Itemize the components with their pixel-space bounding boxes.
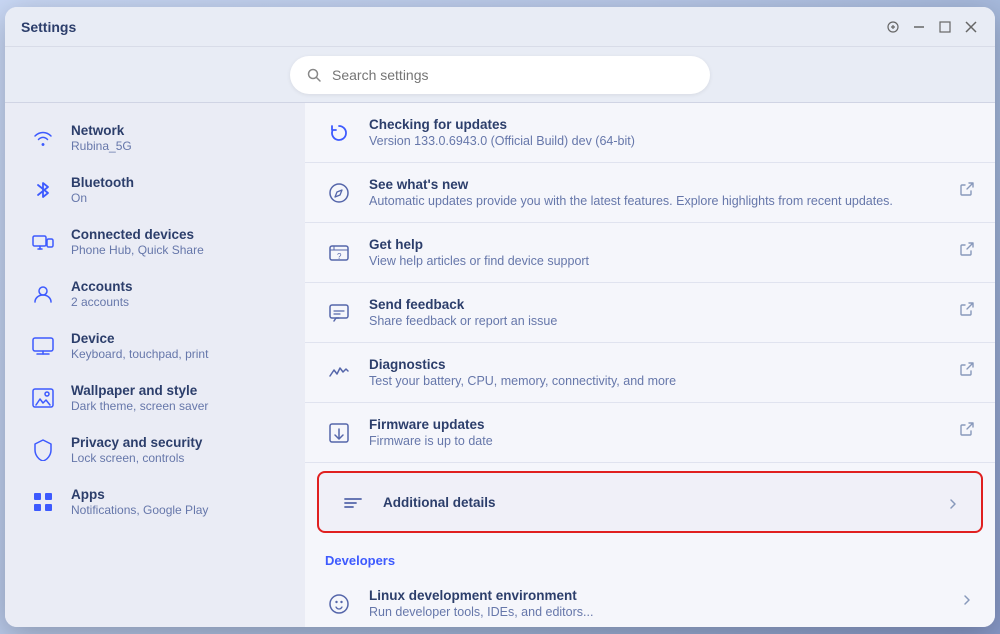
sidebar-item-wallpaper[interactable]: Wallpaper and style Dark theme, screen s… xyxy=(13,373,297,423)
connected-devices-sublabel: Phone Hub, Quick Share xyxy=(71,243,204,257)
help-icon: ? xyxy=(325,239,353,267)
get-help-external-icon xyxy=(959,241,975,257)
maximize-button[interactable] xyxy=(937,19,953,35)
bluetooth-label: Bluetooth xyxy=(71,175,134,190)
network-label: Network xyxy=(71,123,132,138)
window-title: Settings xyxy=(21,19,76,35)
external-link-icon xyxy=(959,181,975,197)
network-sublabel: Rubina_5G xyxy=(71,139,132,153)
panel-item-checking-updates[interactable]: Checking for updates Version 133.0.6943.… xyxy=(305,103,995,163)
feedback-icon xyxy=(325,299,353,327)
get-help-title: Get help xyxy=(369,237,943,252)
additional-details-title: Additional details xyxy=(383,495,929,510)
svg-text:?: ? xyxy=(337,252,342,261)
accounts-sublabel: 2 accounts xyxy=(71,295,133,309)
diagnostics-title: Diagnostics xyxy=(369,357,943,372)
sidebar-item-apps[interactable]: Apps Notifications, Google Play xyxy=(13,477,297,527)
additional-details-icon xyxy=(339,489,367,517)
sidebar: Network Rubina_5G Bluetooth On xyxy=(5,103,305,627)
settings-window: Settings xyxy=(5,7,995,627)
bluetooth-sublabel: On xyxy=(71,191,134,205)
main-content: Network Rubina_5G Bluetooth On xyxy=(5,103,995,627)
search-input[interactable] xyxy=(332,67,694,83)
checking-updates-desc: Version 133.0.6943.0 (Official Build) de… xyxy=(369,134,975,148)
apps-icon xyxy=(29,488,57,516)
search-bar[interactable] xyxy=(290,56,710,94)
panel-item-send-feedback[interactable]: Send feedback Share feedback or report a… xyxy=(305,283,995,343)
linux-title: Linux development environment xyxy=(369,588,943,603)
firmware-title: Firmware updates xyxy=(369,417,943,432)
get-help-desc: View help articles or find device suppor… xyxy=(369,254,943,268)
linux-chevron xyxy=(959,592,975,608)
feedback-external-icon xyxy=(959,301,975,317)
sidebar-item-privacy[interactable]: Privacy and security Lock screen, contro… xyxy=(13,425,297,475)
sidebar-item-network[interactable]: Network Rubina_5G xyxy=(13,113,297,163)
wallpaper-icon xyxy=(29,384,57,412)
developers-section-header: Developers xyxy=(305,541,995,574)
wifi-icon xyxy=(29,124,57,152)
device-icon xyxy=(29,332,57,360)
panel-item-firmware[interactable]: Firmware updates Firmware is up to date xyxy=(305,403,995,463)
panel-item-get-help[interactable]: ? Get help View help articles or find de… xyxy=(305,223,995,283)
search-icon xyxy=(306,67,322,83)
accounts-icon xyxy=(29,280,57,308)
devices-icon xyxy=(29,228,57,256)
send-feedback-desc: Share feedback or report an issue xyxy=(369,314,943,328)
linux-icon xyxy=(325,590,353,618)
sidebar-item-device[interactable]: Device Keyboard, touchpad, print xyxy=(13,321,297,371)
additional-details-chevron xyxy=(945,496,961,512)
wallpaper-label: Wallpaper and style xyxy=(71,383,208,398)
accounts-label: Accounts xyxy=(71,279,133,294)
send-feedback-title: Send feedback xyxy=(369,297,943,312)
compass-icon xyxy=(325,179,353,207)
sidebar-item-connected-devices[interactable]: Connected devices Phone Hub, Quick Share xyxy=(13,217,297,267)
firmware-external-icon xyxy=(959,421,975,437)
checking-updates-title: Checking for updates xyxy=(369,117,975,132)
window-controls xyxy=(885,19,979,35)
apps-sublabel: Notifications, Google Play xyxy=(71,503,208,517)
zoom-button[interactable] xyxy=(885,19,901,35)
device-label: Device xyxy=(71,331,208,346)
minimize-button[interactable] xyxy=(911,19,927,35)
bluetooth-icon xyxy=(29,176,57,204)
title-bar: Settings xyxy=(5,7,995,47)
see-whats-new-title: See what's new xyxy=(369,177,943,192)
privacy-sublabel: Lock screen, controls xyxy=(71,451,202,465)
diagnostics-external-icon xyxy=(959,361,975,377)
right-panel: Checking for updates Version 133.0.6943.… xyxy=(305,103,995,627)
see-whats-new-desc: Automatic updates provide you with the l… xyxy=(369,194,943,208)
apps-label: Apps xyxy=(71,487,208,502)
panel-item-see-whats-new[interactable]: See what's new Automatic updates provide… xyxy=(305,163,995,223)
update-icon xyxy=(325,119,353,147)
firmware-icon xyxy=(325,419,353,447)
linux-desc: Run developer tools, IDEs, and editors..… xyxy=(369,605,943,619)
panel-item-additional-details[interactable]: Additional details xyxy=(317,471,983,533)
wallpaper-sublabel: Dark theme, screen saver xyxy=(71,399,208,413)
sidebar-item-bluetooth[interactable]: Bluetooth On xyxy=(13,165,297,215)
privacy-label: Privacy and security xyxy=(71,435,202,450)
close-button[interactable] xyxy=(963,19,979,35)
firmware-desc: Firmware is up to date xyxy=(369,434,943,448)
panel-item-diagnostics[interactable]: Diagnostics Test your battery, CPU, memo… xyxy=(305,343,995,403)
connected-devices-label: Connected devices xyxy=(71,227,204,242)
diagnostics-icon xyxy=(325,359,353,387)
search-bar-area xyxy=(5,47,995,103)
sidebar-item-accounts[interactable]: Accounts 2 accounts xyxy=(13,269,297,319)
diagnostics-desc: Test your battery, CPU, memory, connecti… xyxy=(369,374,943,388)
device-sublabel: Keyboard, touchpad, print xyxy=(71,347,208,361)
panel-item-linux[interactable]: Linux development environment Run develo… xyxy=(305,574,995,627)
privacy-icon xyxy=(29,436,57,464)
